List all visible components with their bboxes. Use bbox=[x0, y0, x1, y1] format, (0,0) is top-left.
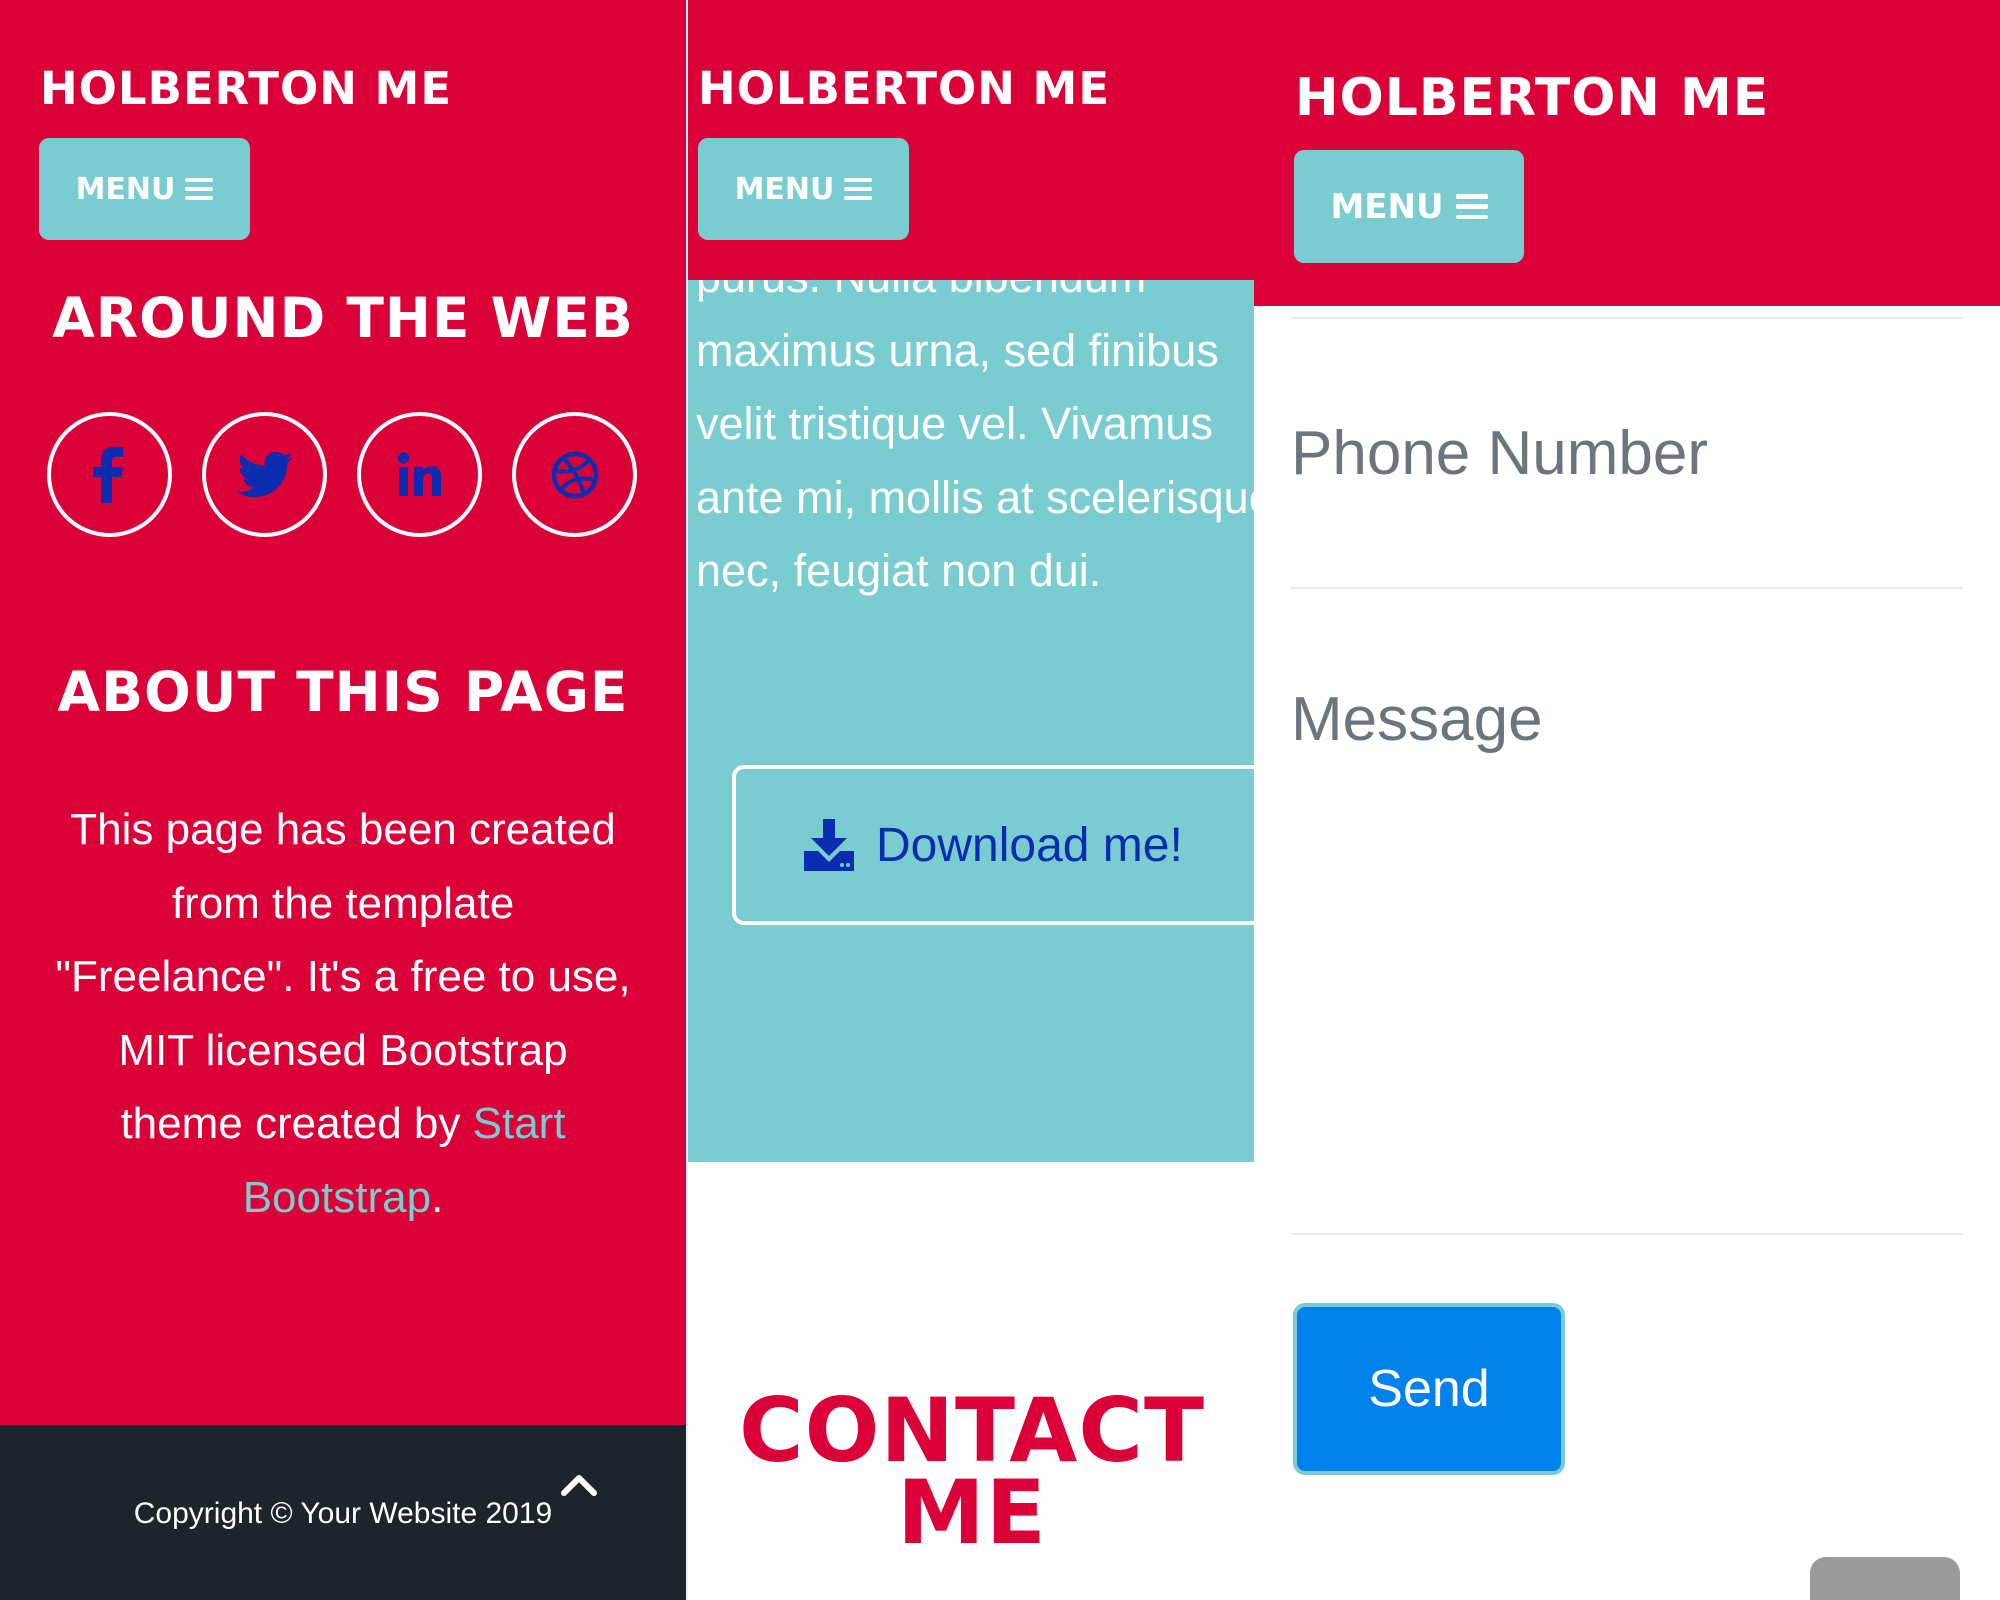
social-links bbox=[47, 412, 637, 537]
facebook-link[interactable] bbox=[47, 412, 172, 537]
download-button[interactable]: Download me! bbox=[732, 765, 1254, 925]
navbar: HOLBERTON ME MENU bbox=[1254, 0, 2000, 306]
about-title: ABOUT THIS PAGE bbox=[57, 660, 629, 724]
copyright-text: Copyright © Your Website 2019 bbox=[133, 1497, 553, 1530]
about-section: purus. Nulla bibendum maximus urna, sed … bbox=[688, 280, 1254, 1162]
menu-button[interactable]: MENU bbox=[1294, 150, 1524, 263]
menu-label: MENU bbox=[734, 171, 835, 207]
navbar: HOLBERTON ME MENU bbox=[688, 0, 1254, 280]
hamburger-icon bbox=[844, 178, 873, 200]
menu-label: MENU bbox=[75, 171, 176, 207]
message-field[interactable]: Message bbox=[1291, 684, 1543, 755]
download-label: Download me! bbox=[876, 818, 1183, 872]
about-panel: HOLBERTON ME MENU AROUND THE WEB ABOUT T… bbox=[0, 0, 686, 1600]
linkedin-link[interactable] bbox=[357, 412, 482, 537]
hamburger-icon bbox=[1455, 194, 1488, 219]
chevron-up-icon[interactable] bbox=[559, 1472, 599, 1498]
footer: Copyright © Your Website 2019 bbox=[0, 1425, 686, 1600]
start-bootstrap-link[interactable]: Start bbox=[473, 1099, 566, 1148]
start-bootstrap-link-cont[interactable]: Bootstrap bbox=[243, 1173, 431, 1222]
brand-logo[interactable]: HOLBERTON ME bbox=[698, 62, 1110, 115]
dribbble-icon bbox=[551, 451, 598, 498]
download-icon bbox=[804, 819, 854, 871]
hamburger-icon bbox=[185, 178, 214, 200]
download-panel: purus. Nulla bibendum maximus urna, sed … bbox=[686, 0, 1254, 1600]
menu-label: MENU bbox=[1330, 186, 1444, 227]
scroll-to-top-button[interactable] bbox=[1810, 1557, 1960, 1600]
send-button[interactable]: Send bbox=[1293, 1303, 1565, 1475]
field-divider bbox=[1291, 1233, 1963, 1235]
lorem-text: purus. Nulla bibendum maximus urna, sed … bbox=[696, 280, 1254, 596]
around-the-web-title: AROUND THE WEB bbox=[52, 286, 634, 350]
facebook-icon bbox=[92, 446, 123, 503]
contact-title: CONTACT ME bbox=[739, 1379, 1205, 1564]
field-divider bbox=[1291, 587, 1963, 589]
about-description: This page has been created from the temp… bbox=[55, 805, 631, 1222]
field-divider bbox=[1291, 317, 1963, 319]
contact-form-panel: HOLBERTON ME MENU Phone Number Message S… bbox=[1254, 0, 2000, 1600]
brand-logo[interactable]: HOLBERTON ME bbox=[1295, 68, 1769, 128]
linkedin-icon bbox=[397, 452, 441, 496]
menu-button[interactable]: MENU bbox=[698, 138, 909, 240]
dribbble-link[interactable] bbox=[512, 412, 637, 537]
phone-number-field[interactable]: Phone Number bbox=[1291, 418, 1708, 489]
menu-button[interactable]: MENU bbox=[39, 138, 250, 240]
twitter-link[interactable] bbox=[202, 412, 327, 537]
twitter-icon bbox=[236, 451, 293, 497]
brand-logo[interactable]: HOLBERTON ME bbox=[40, 62, 452, 115]
